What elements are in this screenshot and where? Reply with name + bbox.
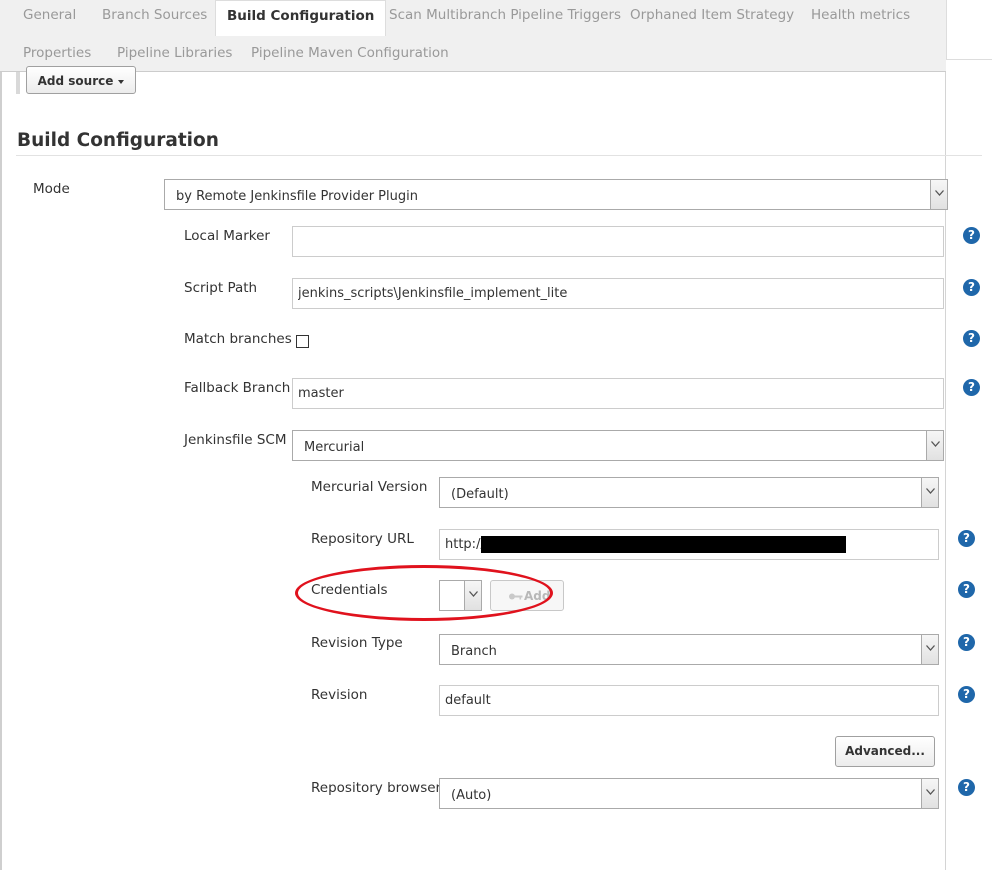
caret-down-icon [118, 79, 125, 84]
mercurial-version-label: Mercurial Version [311, 479, 428, 495]
section-title: Build Configuration [17, 130, 219, 151]
tab-scan-multibranch-pipeline-triggers[interactable]: Scan Multibranch Pipeline Triggers [378, 0, 632, 34]
tab-build-configuration[interactable]: Build Configuration [215, 0, 387, 36]
tab-orphaned-item-strategy[interactable]: Orphaned Item Strategy [619, 0, 805, 34]
tab-pipeline-maven-configuration[interactable]: Pipeline Maven Configuration [240, 38, 460, 72]
revision-type-label: Revision Type [311, 635, 403, 651]
revision-input[interactable] [439, 685, 939, 716]
script-path-label: Script Path [184, 280, 258, 296]
add-source-button[interactable]: Add source [26, 66, 136, 94]
help-revision-icon[interactable]: ? [958, 686, 975, 703]
mode-label: Mode [33, 181, 70, 197]
tab-general[interactable]: General [12, 0, 87, 34]
advanced-button[interactable]: Advanced... [835, 736, 935, 767]
repository-browser-select[interactable]: (Auto) [439, 778, 939, 809]
jenkinsfile-scm-select[interactable]: Mercurial [292, 430, 944, 461]
config-tab-bar: General Branch Sources Build Configurati… [0, 0, 946, 72]
tab-health-metrics[interactable]: Health metrics [800, 0, 921, 34]
chevron-down-icon [921, 478, 938, 507]
mercurial-version-select-value: (Default) [451, 487, 509, 502]
local-marker-input[interactable] [292, 226, 944, 257]
help-revision-type-icon[interactable]: ? [958, 634, 975, 651]
chevron-down-icon [921, 779, 938, 808]
repository-browser-select-value: (Auto) [451, 788, 492, 803]
mode-select[interactable]: by Remote Jenkinsfile Provider Plugin [164, 179, 948, 210]
content-frame-left-border [0, 72, 2, 870]
add-source-label: Add source [37, 74, 114, 88]
tab-branch-sources[interactable]: Branch Sources [91, 0, 218, 34]
branch-source-indent-bar [16, 72, 20, 94]
revision-type-select[interactable]: Branch [439, 634, 939, 665]
section-divider [16, 155, 982, 156]
jenkinsfile-scm-label: Jenkinsfile SCM [184, 432, 287, 448]
help-script-path-icon[interactable]: ? [963, 279, 980, 296]
help-local-marker-icon[interactable]: ? [963, 227, 980, 244]
red-highlight-ellipse [295, 565, 553, 621]
mercurial-version-select[interactable]: (Default) [439, 477, 939, 508]
mode-select-value: by Remote Jenkinsfile Provider Plugin [176, 189, 418, 204]
help-repository-url-icon[interactable]: ? [958, 530, 975, 547]
fallback-branch-label: Fallback Branch [184, 380, 291, 396]
jenkinsfile-scm-select-value: Mercurial [304, 440, 365, 455]
script-path-input[interactable] [292, 278, 944, 309]
fallback-branch-input[interactable] [292, 378, 944, 409]
help-match-branches-icon[interactable]: ? [963, 330, 980, 347]
revision-type-select-value: Branch [451, 644, 497, 659]
help-repository-browser-icon[interactable]: ? [958, 779, 975, 796]
match-branches-label: Match branches [184, 331, 292, 347]
repository-url-label: Repository URL [311, 531, 414, 547]
chevron-down-icon [926, 431, 943, 460]
match-branches-checkbox[interactable] [296, 335, 309, 348]
revision-label: Revision [311, 687, 368, 703]
chevron-down-icon [930, 180, 947, 209]
redaction-bar [481, 536, 846, 553]
chevron-down-icon [921, 635, 938, 664]
topbar-right-panel [946, 0, 992, 60]
local-marker-label: Local Marker [184, 228, 270, 244]
help-credentials-icon[interactable]: ? [958, 581, 975, 598]
repository-browser-label: Repository browser [311, 780, 442, 796]
help-fallback-branch-icon[interactable]: ? [963, 379, 980, 396]
